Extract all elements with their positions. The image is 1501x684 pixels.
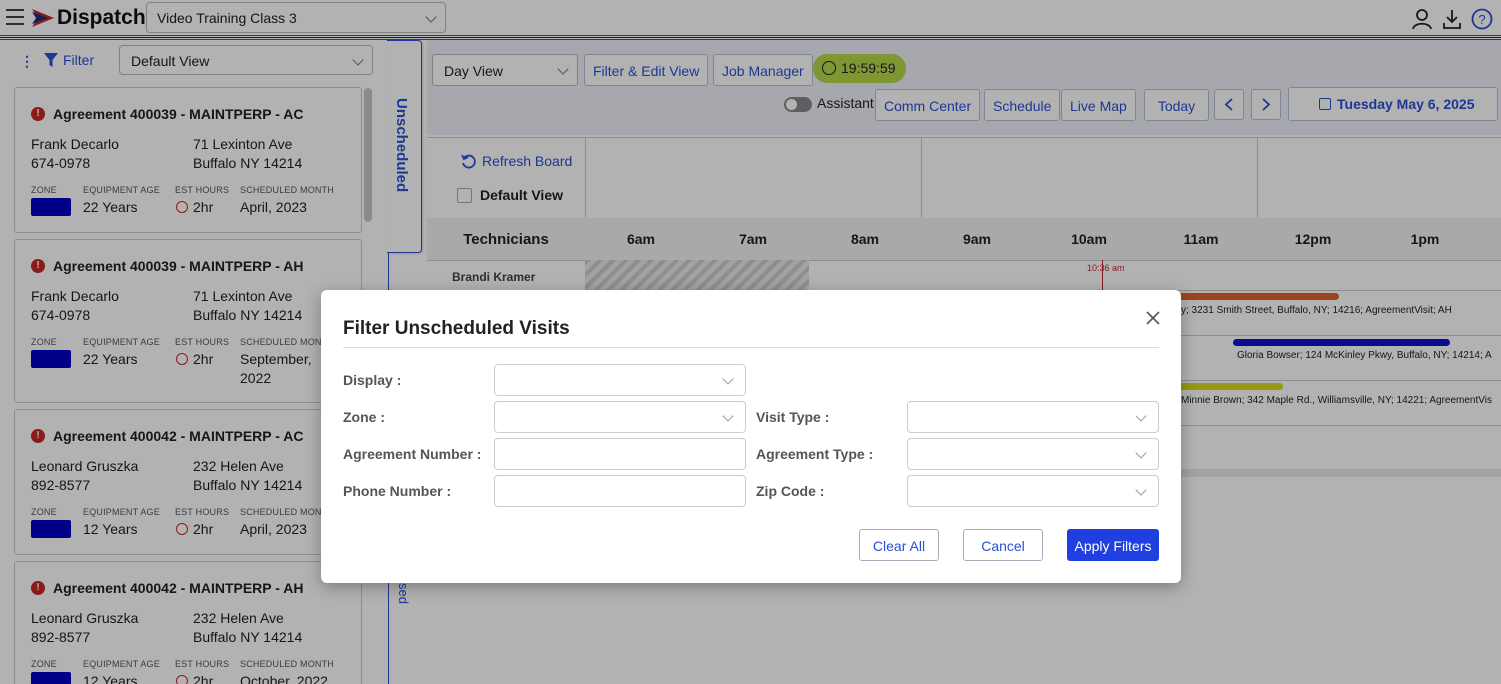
chevron-down-icon bbox=[722, 373, 734, 385]
chevron-down-icon bbox=[1135, 484, 1147, 496]
zone-select[interactable] bbox=[494, 401, 746, 433]
chevron-down-icon bbox=[1135, 447, 1147, 459]
display-label: Display : bbox=[343, 372, 402, 388]
agreement-number-input[interactable] bbox=[494, 438, 746, 470]
agreement-type-select[interactable] bbox=[907, 438, 1159, 470]
chevron-down-icon bbox=[1135, 410, 1147, 422]
apply-filters-button[interactable]: Apply Filters bbox=[1067, 529, 1159, 561]
visit-type-label: Visit Type : bbox=[756, 409, 830, 425]
phone-number-input[interactable] bbox=[494, 475, 746, 507]
clear-all-button[interactable]: Clear All bbox=[859, 529, 939, 561]
close-icon[interactable] bbox=[1145, 310, 1161, 326]
dialog-divider bbox=[343, 347, 1159, 348]
display-select[interactable] bbox=[494, 364, 746, 396]
dialog-title: Filter Unscheduled Visits bbox=[343, 318, 570, 339]
zip-code-label: Zip Code : bbox=[756, 483, 825, 499]
zip-code-select[interactable] bbox=[907, 475, 1159, 507]
zone-label: Zone : bbox=[343, 409, 386, 425]
visit-type-select[interactable] bbox=[907, 401, 1159, 433]
filter-unscheduled-visits-dialog: Filter Unscheduled Visits Display : Zone… bbox=[321, 290, 1181, 583]
chevron-down-icon bbox=[722, 410, 734, 422]
agreement-type-label: Agreement Type : bbox=[756, 446, 874, 462]
agreement-number-label: Agreement Number : bbox=[343, 446, 482, 462]
cancel-button[interactable]: Cancel bbox=[963, 529, 1043, 561]
phone-number-label: Phone Number : bbox=[343, 483, 452, 499]
